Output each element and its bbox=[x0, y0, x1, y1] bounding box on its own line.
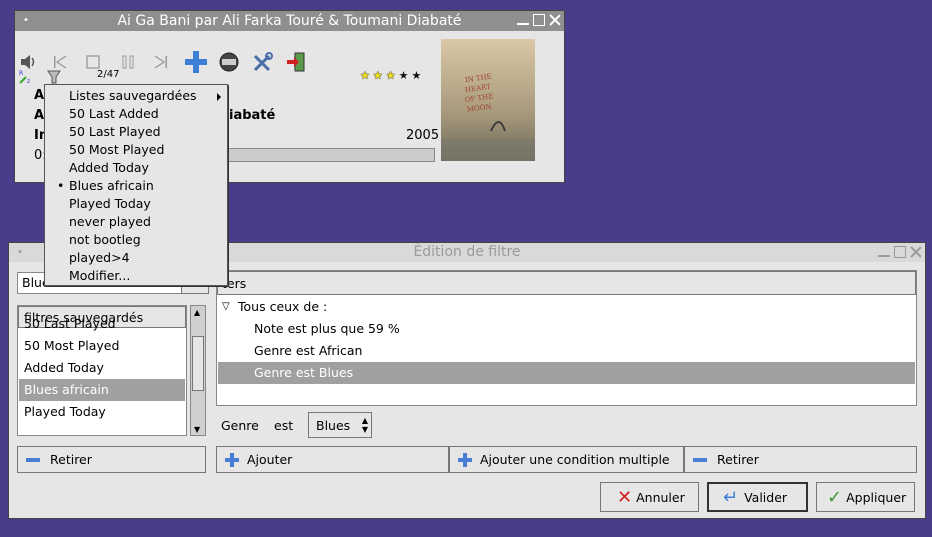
menu-item-label: 50 Last Added bbox=[69, 106, 159, 121]
browser-icon[interactable] bbox=[218, 51, 240, 73]
saved-filter-item[interactable]: Blues africain bbox=[19, 379, 185, 401]
submenu-arrow-icon bbox=[217, 93, 221, 101]
cancel-icon: ✕ bbox=[617, 486, 633, 508]
minus-icon bbox=[26, 457, 40, 462]
svg-text:R: R bbox=[19, 70, 23, 77]
track-artist-line: A bbox=[34, 108, 45, 123]
saved-filters-scrollbar[interactable]: ▲ ▼ bbox=[190, 305, 206, 436]
maximize-icon[interactable] bbox=[532, 13, 546, 27]
star-icon[interactable]: ★ bbox=[386, 69, 396, 82]
star-icon[interactable]: ★ bbox=[412, 69, 422, 82]
menu-item[interactable]: 50 Last Played bbox=[45, 123, 227, 141]
add-condition-button[interactable]: Ajouter bbox=[216, 446, 449, 473]
remove-saved-filter-button[interactable]: Retirer bbox=[17, 446, 206, 473]
track-title-line: A bbox=[34, 88, 45, 103]
menu-item[interactable]: Added Today bbox=[45, 159, 227, 177]
validate-button[interactable]: ↵ Valider bbox=[707, 482, 808, 512]
apply-icon: ✓ bbox=[827, 486, 843, 508]
filter-condition-row[interactable]: Note est plus que 59 % bbox=[218, 318, 915, 340]
minimize-icon[interactable] bbox=[877, 245, 891, 259]
filter-condition-label: Note est plus que 59 % bbox=[254, 321, 400, 336]
menu-item[interactable]: 50 Last Added bbox=[45, 105, 227, 123]
add-icon[interactable] bbox=[184, 50, 208, 74]
filter-condition-row[interactable]: Genre est Blues bbox=[218, 362, 915, 384]
plus-icon bbox=[458, 452, 472, 467]
menu-item[interactable]: Modifier... bbox=[45, 267, 227, 285]
saved-filter-item[interactable]: 50 Last Played bbox=[19, 313, 185, 335]
menu-item-label: never played bbox=[69, 214, 151, 229]
condition-field-label: Genre bbox=[221, 418, 259, 433]
player-titlebar[interactable]: • Ai Ga Bani par Ali Farka Touré & Touma… bbox=[15, 11, 564, 31]
menu-item[interactable]: played>4 bbox=[45, 249, 227, 267]
menu-item-label: 50 Last Played bbox=[69, 124, 161, 139]
quit-icon[interactable] bbox=[285, 51, 307, 73]
spin-arrows-icon[interactable]: ▲ ▼ bbox=[362, 416, 368, 434]
track-counter: 2/47 bbox=[97, 69, 120, 80]
tree-root-row[interactable]: ▽ Tous ceux de : bbox=[218, 296, 915, 318]
minus-icon bbox=[693, 457, 707, 462]
menu-item-label: 50 Most Played bbox=[69, 142, 165, 157]
sort-icon[interactable]: Rz bbox=[18, 69, 36, 85]
saved-lists-popup-menu[interactable]: Listes sauvegardées 50 Last Added 50 Last … bbox=[44, 84, 228, 286]
window-menu-icon[interactable]: • bbox=[17, 243, 23, 262]
validate-icon: ↵ bbox=[723, 486, 739, 508]
close-icon[interactable] bbox=[548, 13, 562, 27]
menu-item[interactable]: not bootleg bbox=[45, 231, 227, 249]
saved-filters-list[interactable]: filtres sauvegardés 50 Last Played 50 Mos… bbox=[17, 305, 187, 436]
menu-item[interactable]: Played Today bbox=[45, 195, 227, 213]
menu-item[interactable]: Listes sauvegardées bbox=[45, 87, 227, 105]
track-year: 2005 bbox=[406, 128, 440, 143]
star-icon[interactable]: ★ bbox=[399, 69, 409, 82]
maximize-icon[interactable] bbox=[893, 245, 907, 259]
filter-condition-label: Genre est African bbox=[254, 343, 363, 358]
filter-tree[interactable]: ters ▽ Tous ceux de : Note est plus que … bbox=[216, 270, 917, 406]
menu-item[interactable]: • Blues africain bbox=[45, 177, 227, 195]
rating-stars[interactable]: ★ ★ ★ ★ ★ bbox=[360, 69, 421, 82]
menu-item-label: Played Today bbox=[69, 196, 151, 211]
scroll-up-icon[interactable]: ▲ bbox=[194, 308, 200, 317]
album-cover: IN THE HEART OF THE MOON bbox=[441, 39, 535, 161]
seek-bar[interactable] bbox=[225, 148, 435, 162]
menu-item-label: played>4 bbox=[69, 250, 130, 265]
menu-item[interactable]: never played bbox=[45, 213, 227, 231]
track-artist-suffix: iabaté bbox=[229, 108, 276, 123]
filter-icon[interactable] bbox=[47, 69, 61, 85]
minimize-icon[interactable] bbox=[516, 13, 530, 27]
close-icon[interactable] bbox=[909, 245, 923, 259]
menu-item-label: Blues africain bbox=[69, 178, 154, 193]
menu-item-label: Listes sauvegardées bbox=[69, 88, 197, 103]
scroll-down-icon[interactable]: ▼ bbox=[194, 425, 200, 434]
remove-condition-button[interactable]: Retirer bbox=[684, 446, 917, 473]
star-icon[interactable]: ★ bbox=[373, 69, 383, 82]
next-icon[interactable] bbox=[151, 52, 171, 72]
star-icon[interactable]: ★ bbox=[360, 69, 370, 82]
menu-item[interactable]: 50 Most Played bbox=[45, 141, 227, 159]
expander-icon[interactable]: ▽ bbox=[222, 296, 230, 318]
saved-filter-item[interactable]: Played Today bbox=[19, 401, 185, 423]
apply-button[interactable]: ✓ Appliquer bbox=[816, 482, 915, 512]
filters-column-header[interactable]: ters bbox=[217, 271, 916, 295]
menu-item-label: not bootleg bbox=[69, 232, 141, 247]
filter-condition-row[interactable]: Genre est African bbox=[218, 340, 915, 362]
saved-filter-item[interactable]: 50 Most Played bbox=[19, 335, 185, 357]
pause-icon[interactable] bbox=[118, 52, 138, 72]
plus-icon bbox=[225, 452, 239, 467]
condition-value-combo[interactable]: Blues ▲ ▼ bbox=[308, 412, 372, 438]
editor-title: Édition de filtre bbox=[413, 244, 521, 260]
saved-filter-item[interactable]: Added Today bbox=[19, 357, 185, 379]
svg-text:z: z bbox=[27, 78, 30, 85]
preferences-icon[interactable] bbox=[252, 51, 274, 73]
cancel-button[interactable]: ✕ Annuler bbox=[600, 482, 699, 512]
player-title: Ai Ga Bani par Ali Farka Touré & Toumani… bbox=[117, 13, 462, 29]
radio-bullet-icon: • bbox=[57, 178, 65, 193]
window-menu-icon[interactable]: • bbox=[23, 11, 29, 31]
condition-operator-label: est bbox=[274, 418, 294, 433]
menu-item-label: Added Today bbox=[69, 160, 149, 175]
filter-condition-label: Genre est Blues bbox=[254, 365, 354, 380]
scroll-thumb[interactable] bbox=[192, 336, 204, 391]
add-multiple-condition-button[interactable]: Ajouter une condition multiple bbox=[449, 446, 684, 473]
menu-item-label: Modifier... bbox=[69, 268, 131, 283]
